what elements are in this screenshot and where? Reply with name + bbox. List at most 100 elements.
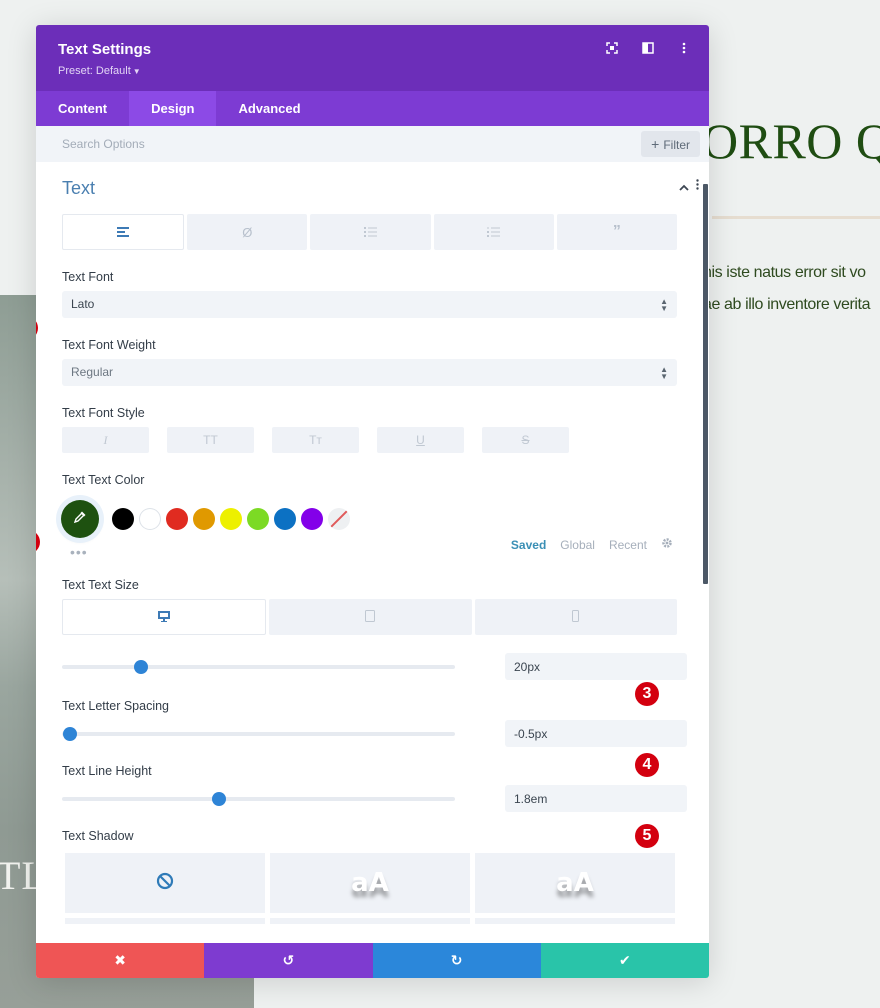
tab-content[interactable]: Content	[36, 91, 129, 126]
shadow-option-row-2[interactable]	[65, 918, 265, 924]
line-height-slider[interactable]	[62, 792, 455, 806]
background-paragraph-line: nis iste natus error sit vo	[703, 264, 866, 281]
filter-button[interactable]: + Filter	[641, 131, 700, 157]
shadow-option-row-2[interactable]	[270, 918, 470, 924]
link-tab[interactable]: Ø	[187, 214, 308, 250]
text-shadow-label: Text Shadow	[62, 829, 134, 843]
cancel-button[interactable]: ✖	[36, 943, 205, 978]
palette-tab-global[interactable]: Global	[560, 538, 595, 552]
split-view-icon[interactable]	[641, 41, 655, 55]
phone-tab[interactable]	[474, 599, 677, 635]
paragraph-icon	[117, 225, 130, 240]
tab-advanced[interactable]: Advanced	[216, 91, 322, 126]
desktop-icon	[158, 610, 171, 625]
blockquote-icon: ”	[612, 223, 621, 240]
underline-button[interactable]: U	[377, 427, 464, 453]
caret-down-icon: ▼	[132, 67, 141, 76]
step-badge: 2	[36, 530, 40, 554]
color-swatch-green[interactable]	[247, 508, 269, 530]
chevron-up-icon[interactable]	[679, 180, 689, 194]
underline-icon: U	[416, 433, 425, 447]
scrollbar-thumb[interactable]	[703, 184, 708, 584]
text-size-label: Text Text Size	[62, 578, 139, 592]
capitalize-icon: Tт	[309, 433, 322, 447]
color-swatch-yellow[interactable]	[220, 508, 242, 530]
more-options-icon[interactable]	[677, 41, 691, 55]
save-button[interactable]: ✔	[540, 943, 709, 978]
section-more-icon[interactable]	[696, 179, 699, 192]
desktop-tab[interactable]	[62, 599, 267, 635]
text-font-weight-select[interactable]: Regular ▲ ▼	[62, 359, 677, 386]
search-bar: +Filter	[36, 126, 709, 162]
blockquote-tab[interactable]: ”	[556, 214, 678, 250]
plus-icon: +	[651, 136, 660, 152]
background-heading: ORRO QU	[702, 113, 880, 169]
color-swatch-blue[interactable]	[274, 508, 296, 530]
font-style-buttons: I TT Tт U S	[62, 427, 677, 453]
slider-handle[interactable]	[212, 792, 227, 806]
palette-tabs: Saved Global Recent	[511, 537, 673, 552]
color-swatch-white[interactable]	[139, 508, 161, 530]
shadow-option-1[interactable]: aA	[270, 853, 470, 913]
select-arrows-icon: ▲ ▼	[660, 365, 668, 381]
preset-label: Preset: Default	[58, 65, 131, 77]
unordered-list-tab[interactable]	[310, 214, 431, 250]
more-colors-icon[interactable]: •••	[70, 544, 88, 560]
paragraph-tab[interactable]	[62, 214, 185, 250]
letter-spacing-slider[interactable]	[62, 727, 455, 741]
italic-icon: I	[103, 432, 108, 447]
capitalize-button[interactable]: Tт	[272, 427, 359, 453]
undo-icon: ↺	[282, 952, 295, 968]
tablet-tab[interactable]	[269, 599, 472, 635]
color-swatch-orange[interactable]	[193, 508, 215, 530]
tablet-icon	[365, 609, 376, 625]
slider-handle[interactable]	[62, 727, 77, 741]
text-color-label: Text Text Color	[62, 473, 145, 487]
text-section-header[interactable]: Text	[62, 162, 699, 214]
shadow-option-none[interactable]	[65, 853, 265, 913]
tab-design[interactable]: Design	[129, 91, 217, 126]
search-options-input[interactable]	[36, 126, 626, 162]
line-height-input[interactable]	[505, 785, 687, 812]
ordered-list-tab[interactable]	[433, 214, 554, 250]
modal-tabs: Content Design Advanced	[36, 91, 709, 126]
strikethrough-button[interactable]: S	[482, 427, 569, 453]
text-font-style-label: Text Font Style	[62, 406, 145, 420]
text-size-input[interactable]	[505, 653, 687, 680]
step-badge: 5	[635, 824, 659, 848]
color-swatch-none[interactable]	[328, 508, 350, 530]
unordered-list-icon	[364, 225, 377, 240]
text-size-control	[62, 653, 687, 681]
undo-button[interactable]: ↺	[204, 943, 373, 978]
letter-spacing-control	[62, 720, 687, 748]
text-font-select[interactable]: Lato ▲ ▼	[62, 291, 677, 318]
uppercase-button[interactable]: TT	[167, 427, 254, 453]
color-picker-button[interactable]	[61, 500, 99, 538]
text-settings-modal: Text Settings Preset: Default ▼ Content D…	[36, 25, 709, 978]
palette-tab-saved[interactable]: Saved	[511, 538, 546, 552]
text-size-slider[interactable]	[62, 660, 455, 674]
shadow-option-row-2[interactable]	[475, 918, 675, 924]
scrollbar[interactable]	[703, 162, 709, 943]
preset-dropdown[interactable]: Preset: Default ▼	[58, 65, 141, 77]
color-swatch-red[interactable]	[166, 508, 188, 530]
step-badge: 1	[36, 316, 38, 340]
fullscreen-icon[interactable]	[605, 41, 619, 55]
settings-body: Text Ø ” Text Font Lato ▲ ▼ Text Font We…	[36, 162, 709, 943]
palette-tab-recent[interactable]: Recent	[609, 538, 647, 552]
section-title: Text	[62, 178, 96, 198]
color-swatches	[112, 508, 350, 530]
shadow-option-2[interactable]: aA	[475, 853, 675, 913]
italic-button[interactable]: I	[62, 427, 149, 453]
letter-spacing-input[interactable]	[505, 720, 687, 747]
redo-button[interactable]: ↻	[372, 943, 541, 978]
line-height-label: Text Line Height	[62, 764, 152, 778]
shadow-preview-text: aA	[556, 868, 594, 898]
ordered-list-icon	[487, 225, 501, 240]
device-tabs	[62, 599, 677, 635]
shadow-preview-text: aA	[351, 868, 389, 898]
slider-handle[interactable]	[133, 660, 148, 674]
color-swatch-black[interactable]	[112, 508, 134, 530]
color-swatch-purple[interactable]	[301, 508, 323, 530]
gear-icon[interactable]	[661, 537, 673, 552]
